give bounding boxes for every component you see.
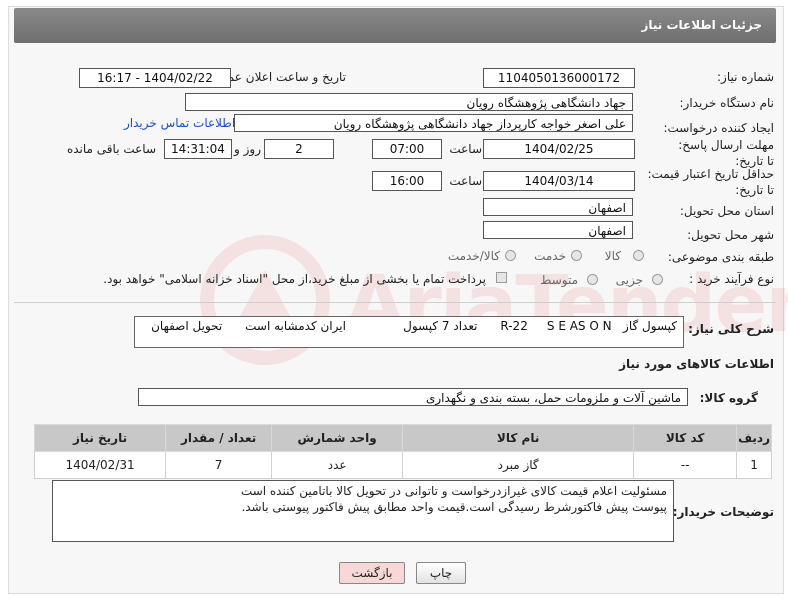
divider: [14, 302, 776, 303]
category-radio-service[interactable]: [571, 250, 582, 261]
days-count-field[interactable]: 2: [264, 139, 334, 159]
table-row[interactable]: 1 -- گاز مبرد عدد 7 1404/02/31: [33, 451, 772, 479]
category-option-service: خدمت: [534, 249, 566, 263]
category-radio-goods[interactable]: [633, 250, 644, 261]
remaining-time-label: ساعت باقی مانده: [66, 142, 156, 156]
table-header-row: ردیف کد کالا نام کالا واحد شمارش تعداد /…: [33, 424, 772, 452]
title-bar: جزئیات اطلاعات نیاز: [14, 8, 776, 43]
process-radio-medium[interactable]: [587, 274, 598, 285]
reply-time-field[interactable]: 07:00: [372, 139, 442, 159]
category-option-goods: کالا: [604, 249, 621, 263]
col-header-item-code: کد کالا: [633, 424, 738, 452]
back-button[interactable]: بازگشت: [339, 562, 405, 584]
col-header-item-name: نام کالا: [402, 424, 635, 452]
remaining-time-field[interactable]: 14:31:04: [164, 139, 232, 159]
treasury-payment-checkbox[interactable]: [496, 272, 507, 283]
buyer-org-field[interactable]: جهاد دانشگاهی پژوهشگاه رویان: [185, 93, 633, 111]
process-option-medium: متوسط: [540, 273, 578, 287]
cell-quantity: 7: [165, 451, 273, 479]
cell-item-name: گاز مبرد: [402, 451, 635, 479]
category-radio-goods-service[interactable]: [505, 250, 516, 261]
col-header-need-date: تاریخ نیاز: [33, 424, 167, 452]
need-number-label: شماره نیاز:: [717, 70, 774, 84]
cell-row-number: 1: [736, 451, 772, 479]
description-field[interactable]: کپسول گاز R-22 S E AS O N تعداد 7 کپسول …: [134, 316, 684, 348]
buyer-notes-line-2: پیوست پیش فاکتورشرط رسیدگی است.قیمت واحد…: [241, 500, 667, 514]
need-number-field[interactable]: 1104050136000172: [483, 68, 635, 88]
delivery-province-label: استان محل تحویل:: [679, 204, 774, 218]
delivery-city-field[interactable]: اصفهان: [483, 221, 633, 239]
process-option-minor: جزیی: [615, 273, 643, 287]
day-and-label: روز و: [234, 142, 261, 156]
price-validity-time-field[interactable]: 16:00: [372, 171, 442, 191]
reply-date-field[interactable]: 1404/02/25: [483, 139, 635, 159]
requester-label: ایجاد کننده درخواست:: [663, 121, 774, 135]
announce-datetime-field[interactable]: 1404/02/22 - 16:17: [79, 68, 231, 88]
delivery-province-field[interactable]: اصفهان: [483, 198, 633, 216]
buyer-notes-field[interactable]: مسئولیت اعلام قیمت کالای غیرازدرخواست و …: [52, 480, 674, 542]
reply-time-label: ساعت: [449, 142, 482, 156]
page-title: جزئیات اطلاعات نیاز: [641, 18, 762, 32]
description-label: شرح کلی نیاز:: [688, 322, 774, 336]
buyer-notes-label: توضیحات خریدار:: [672, 505, 774, 519]
col-header-row-number: ردیف: [736, 424, 772, 452]
cell-item-code: --: [633, 451, 738, 479]
delivery-city-label: شهر محل تحویل:: [687, 228, 774, 242]
goods-group-field[interactable]: ماشین آلات و ملزومات حمل، بسته بندی و نگ…: [138, 388, 688, 406]
goods-group-label: گروه کالا:: [699, 391, 758, 405]
process-type-label: نوع فرآیند خرید :: [689, 272, 774, 286]
col-header-unit: واحد شمارش: [271, 424, 404, 452]
price-validity-time-label: ساعت: [449, 174, 482, 188]
col-header-quantity: تعداد / مقدار: [165, 424, 273, 452]
items-table: ردیف کد کالا نام کالا واحد شمارش تعداد /…: [33, 424, 772, 479]
buyer-org-label: نام دستگاه خریدار:: [679, 96, 775, 110]
goods-info-heading: اطلاعات کالاهای مورد نیاز: [619, 357, 774, 371]
price-validity-label: حداقل تاریخ اعتبار قیمت: تا تاریخ:: [647, 167, 774, 197]
category-label: طبقه بندی موضوعی:: [667, 250, 774, 264]
price-validity-date-field[interactable]: 1404/03/14: [483, 171, 635, 191]
buyer-contact-link[interactable]: اطلاعات تماس خریدار: [124, 116, 235, 130]
category-option-goods-service: کالا/خدمت: [447, 249, 500, 263]
process-radio-minor[interactable]: [652, 274, 663, 285]
print-button[interactable]: چاپ: [416, 562, 466, 584]
cell-need-date: 1404/02/31: [33, 451, 167, 479]
buyer-notes-line-1: مسئولیت اعلام قیمت کالای غیرازدرخواست و …: [240, 484, 667, 498]
reply-deadline-label: مهلت ارسال پاسخ: تا تاریخ:: [678, 138, 774, 168]
requester-field[interactable]: علی اصغر خواجه کارپرداز جهاد دانشگاهی پژ…: [234, 114, 633, 132]
cell-unit: عدد: [271, 451, 404, 479]
treasury-payment-note: پرداخت تمام یا بخشی از مبلغ خرید،از محل …: [103, 272, 486, 286]
